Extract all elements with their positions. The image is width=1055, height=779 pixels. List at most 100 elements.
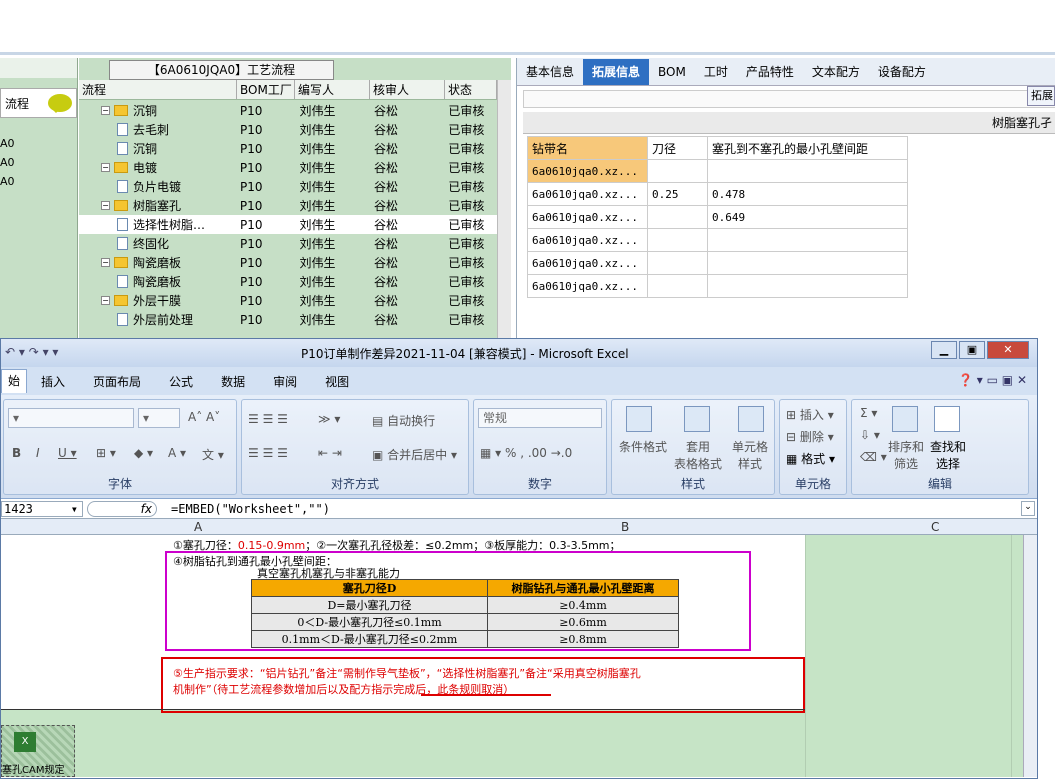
detail-tab[interactable]: 产品特性 [737, 59, 803, 85]
format-button[interactable]: ▦ 格式 ▾ [786, 450, 835, 467]
table-cell[interactable]: 6a0610jqa0.xz... [527, 274, 648, 298]
sheet-vertical-scrollbar[interactable] [1023, 535, 1037, 777]
embedded-object-thumbnail[interactable]: X 塞孔CAM规定 [1, 725, 75, 777]
tree-row[interactable]: 负片电镀 P10 刘伟生 谷松 已审核 [79, 177, 497, 196]
formula-input[interactable]: =EMBED("Worksheet","") [171, 502, 330, 516]
fill-icon[interactable]: ⇩ ▾ [860, 428, 880, 442]
th-drill-name[interactable]: 钻带名 [527, 136, 648, 160]
autosum-icon[interactable]: Σ ▾ [860, 406, 877, 420]
flow-button[interactable]: 流程 [0, 88, 77, 118]
tree-scrollbar[interactable] [497, 80, 511, 343]
table-cell[interactable]: 6a0610jqa0.xz... [527, 251, 648, 275]
tree-row[interactable]: − 陶瓷磨板 P10 刘伟生 谷松 已审核 [79, 253, 497, 272]
align-left-icon[interactable]: ☰ ☰ ☰ [248, 446, 288, 460]
tree-row[interactable]: − 外层干膜 P10 刘伟生 谷松 已审核 [79, 291, 497, 310]
ribbon-tab[interactable]: 插入 [27, 373, 79, 390]
bold-button[interactable]: B [12, 446, 21, 460]
col-header-c[interactable]: C [931, 520, 939, 534]
table-format-button[interactable]: 套用 表格格式 [670, 438, 726, 472]
table-cell[interactable]: 6a0610jqa0.xz... [527, 228, 648, 252]
name-box[interactable]: 1423 ▾ [1, 501, 83, 517]
th-tool-dia[interactable]: 刀径 [647, 136, 708, 160]
ribbon-tab[interactable]: 公式 [155, 373, 207, 390]
detail-tab[interactable]: 拓展信息 [583, 58, 650, 85]
expand-button[interactable]: 拓展 [1027, 86, 1055, 106]
table-cell[interactable] [707, 159, 908, 183]
table-cell[interactable]: 0.25 [647, 182, 708, 206]
tree-row[interactable]: 外层前处理 P10 刘伟生 谷松 已审核 [79, 310, 497, 329]
border-icon[interactable]: ⊞ ▾ [96, 446, 116, 460]
font-color-icon[interactable]: A ▾ [168, 446, 186, 460]
col-status[interactable]: 状态 [445, 80, 497, 99]
collapse-icon[interactable]: − [101, 258, 110, 267]
merge-center-button[interactable]: ▣ 合并后居中 ▾ [372, 446, 457, 463]
tree-row[interactable]: 沉铜 P10 刘伟生 谷松 已审核 [79, 139, 497, 158]
embedded-worksheet[interactable]: ①塞孔刀径：0.15-0.9mm；②一次塞孔孔径极差：≤0.2mm；③板厚能力：… [1, 535, 805, 713]
cond-format-button[interactable]: 条件格式 [616, 438, 670, 455]
indent-icon[interactable]: ⇤ ⇥ [318, 446, 342, 460]
table-cell[interactable] [647, 159, 708, 183]
col-reviewer[interactable]: 核审人 [370, 80, 445, 99]
col-bom[interactable]: BOM工厂 [237, 80, 295, 99]
table-row[interactable]: 6a0610jqa0.xz... 0.649 [527, 205, 908, 229]
ribbon-tab[interactable]: 始 [1, 369, 28, 393]
table-cell[interactable]: 0.649 [707, 205, 908, 229]
col-header-b[interactable]: B [621, 520, 629, 534]
fill-color-icon[interactable]: ◆ ▾ [134, 446, 153, 460]
delete-button[interactable]: ⊟ 删除 ▾ [786, 428, 834, 445]
detail-tab[interactable]: BOM [649, 59, 695, 85]
ribbon-tab[interactable]: 数据 [207, 373, 259, 390]
ribbon-tab[interactable]: 审阅 [259, 373, 311, 390]
tree-row[interactable]: 终固化 P10 刘伟生 谷松 已审核 [79, 234, 497, 253]
number-format-box[interactable]: 常规 [478, 408, 602, 428]
detail-tab[interactable]: 设备配方 [869, 59, 935, 85]
table-row[interactable]: 6a0610jqa0.xz... [527, 228, 908, 252]
orientation-icon[interactable]: ≫ ▾ [318, 412, 340, 426]
table-cell[interactable] [647, 205, 708, 229]
help-icon[interactable]: ❓ ▾ ▭ ▣ ✕ [958, 373, 1027, 387]
table-row[interactable]: 6a0610jqa0.xz... [527, 159, 908, 183]
restore-button[interactable]: ▣ [959, 341, 985, 359]
ribbon-tab[interactable]: 视图 [311, 373, 363, 390]
left-row[interactable]: A0 [0, 172, 77, 191]
detail-tab[interactable]: 基本信息 [517, 59, 583, 85]
collapse-icon[interactable]: − [101, 163, 110, 172]
col-author[interactable]: 编写人 [295, 80, 370, 99]
worksheet[interactable]: ①塞孔刀径：0.15-0.9mm；②一次塞孔孔径极差：≤0.2mm；③板厚能力：… [1, 535, 1037, 777]
tree-row[interactable]: 去毛刺 P10 刘伟生 谷松 已审核 [79, 120, 497, 139]
minimize-button[interactable]: ▁ [931, 341, 957, 359]
detail-tab[interactable]: 文本配方 [803, 59, 869, 85]
table-cell[interactable]: 6a0610jqa0.xz... [527, 159, 648, 183]
undo-icon[interactable]: ↶ ▾ ↷ ▾ ▾ [5, 345, 58, 359]
italic-button[interactable]: I [36, 446, 40, 460]
col-flow[interactable]: 流程 [79, 80, 237, 99]
collapse-icon[interactable]: − [101, 106, 110, 115]
table-cell[interactable]: 0.478 [707, 182, 908, 206]
ribbon-tab[interactable]: 页面布局 [79, 373, 155, 390]
collapse-icon[interactable]: − [101, 201, 110, 210]
table-cell[interactable] [647, 228, 708, 252]
table-cell[interactable] [647, 274, 708, 298]
cell-style-button[interactable]: 单元格 样式 [726, 438, 774, 472]
table-row[interactable]: 6a0610jqa0.xz... [527, 251, 908, 275]
align-top-icon[interactable]: ☰ ☰ ☰ [248, 412, 288, 426]
table-cell[interactable] [707, 274, 908, 298]
collapse-icon[interactable]: − [101, 296, 110, 305]
tree-row[interactable]: 选择性树脂… P10 刘伟生 谷松 已审核 [79, 215, 497, 234]
close-button[interactable]: ✕ [987, 341, 1029, 359]
th-min-gap[interactable]: 塞孔到不塞孔的最小孔壁间距 [707, 136, 908, 160]
table-row[interactable]: 6a0610jqa0.xz... 0.25 0.478 [527, 182, 908, 206]
font-grow-icon[interactable]: A˄ A˅ [188, 410, 220, 424]
tree-row[interactable]: − 沉铜 P10 刘伟生 谷松 已审核 [79, 101, 497, 120]
tree-row[interactable]: − 树脂塞孔 P10 刘伟生 谷松 已审核 [79, 196, 497, 215]
currency-icon[interactable]: ▦ ▾ % , .00 →.0 [480, 446, 572, 460]
table-cell[interactable] [707, 251, 908, 275]
tree-row[interactable]: 陶瓷磨板 P10 刘伟生 谷松 已审核 [79, 272, 497, 291]
font-size-box[interactable]: ▾ [138, 408, 180, 428]
find-select-button[interactable]: 查找和 选择 [926, 438, 970, 472]
col-header-a[interactable]: A [194, 520, 202, 534]
table-cell[interactable] [647, 251, 708, 275]
tree-row[interactable]: − 电镀 P10 刘伟生 谷松 已审核 [79, 158, 497, 177]
underline-button[interactable]: U ▾ [58, 446, 77, 460]
wrap-text-button[interactable]: ▤ 自动换行 [372, 412, 435, 429]
